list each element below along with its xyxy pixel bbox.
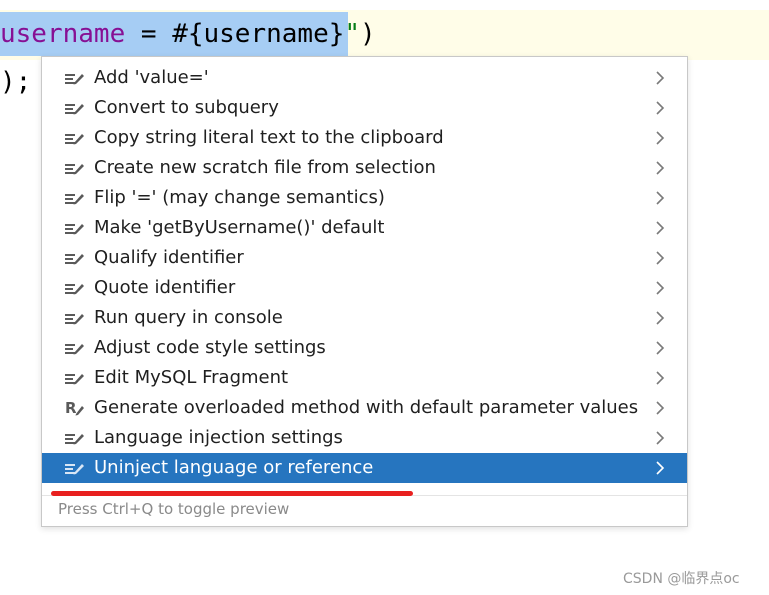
intention-bulb-icon <box>64 460 86 476</box>
intention-bulb-icon <box>64 160 86 176</box>
code-variable: username <box>0 19 126 49</box>
intention-bulb-icon <box>64 190 86 206</box>
menu-item-label: Convert to subquery <box>94 97 279 118</box>
menu-item-12[interactable]: Language injection settings <box>42 423 687 453</box>
menu-item-8[interactable]: Run query in console <box>42 303 687 333</box>
menu-item-7[interactable]: Quote identifier <box>42 273 687 303</box>
intention-bulb-icon <box>64 250 86 266</box>
code-quote: " <box>344 19 361 49</box>
menu-item-label: Run query in console <box>94 307 283 328</box>
intention-bulb-icon <box>64 130 86 146</box>
menu-item-label: Qualify identifier <box>94 247 244 268</box>
chevron-right-icon[interactable] <box>654 249 666 267</box>
menu-item-13[interactable]: Uninject language or reference <box>42 453 687 483</box>
chevron-right-icon[interactable] <box>654 429 666 447</box>
chevron-right-icon[interactable] <box>654 159 666 177</box>
chevron-right-icon[interactable] <box>654 219 666 237</box>
menu-item-label: Edit MySQL Fragment <box>94 367 289 388</box>
menu-item-2[interactable]: Copy string literal text to the clipboar… <box>42 123 687 153</box>
menu-item-0[interactable]: Add 'value=' <box>42 63 687 93</box>
menu-item-label: Quote identifier <box>94 277 236 298</box>
intention-bulb-icon <box>64 280 86 296</box>
chevron-right-icon[interactable] <box>654 279 666 297</box>
intention-bulb-icon <box>64 220 86 236</box>
editor-code-line-1[interactable]: username = #{username}") <box>0 18 376 50</box>
chevron-right-icon[interactable] <box>654 399 666 417</box>
intention-actions-list: Add 'value=' Convert to subquery Copy stri… <box>42 63 687 483</box>
menu-item-label: Language injection settings <box>94 427 343 448</box>
menu-item-label: Create new scratch file from selection <box>94 157 436 178</box>
chevron-right-icon[interactable] <box>654 189 666 207</box>
chevron-right-icon[interactable] <box>654 69 666 87</box>
menu-item-5[interactable]: Make 'getByUsername()' default <box>42 213 687 243</box>
kotlin-refactor-icon: R <box>64 399 86 417</box>
intention-bulb-icon <box>64 310 86 326</box>
menu-item-11[interactable]: R Generate overloaded method with default… <box>42 393 687 423</box>
menu-item-label: Copy string literal text to the clipboar… <box>94 127 444 148</box>
menu-item-label: Add 'value=' <box>94 67 209 88</box>
chevron-right-icon[interactable] <box>654 129 666 147</box>
menu-item-label: Uninject language or reference <box>94 457 374 478</box>
intention-bulb-icon <box>64 340 86 356</box>
intention-bulb-icon <box>64 100 86 116</box>
intention-bulb-icon <box>64 70 86 86</box>
menu-item-9[interactable]: Adjust code style settings <box>42 333 687 363</box>
menu-item-4[interactable]: Flip '=' (may change semantics) <box>42 183 687 213</box>
watermark: CSDN @临界点oc <box>623 571 740 587</box>
svg-text:R: R <box>65 400 77 416</box>
menu-item-label: Make 'getByUsername()' default <box>94 217 385 238</box>
red-annotation-underline <box>51 491 413 496</box>
intention-bulb-icon <box>64 370 86 386</box>
menu-item-3[interactable]: Create new scratch file from selection <box>42 153 687 183</box>
chevron-right-icon[interactable] <box>654 339 666 357</box>
code-expression: = #{username} <box>125 19 345 49</box>
chevron-right-icon[interactable] <box>654 309 666 327</box>
menu-item-label: Adjust code style settings <box>94 337 326 358</box>
chevron-right-icon[interactable] <box>654 459 666 477</box>
menu-item-6[interactable]: Qualify identifier <box>42 243 687 273</box>
intention-bulb-icon <box>64 430 86 446</box>
chevron-right-icon[interactable] <box>654 99 666 117</box>
editor-code-line-2[interactable]: ); <box>0 66 31 98</box>
menu-item-label: Generate overloaded method with default … <box>94 397 639 418</box>
menu-item-10[interactable]: Edit MySQL Fragment <box>42 363 687 393</box>
popup-footer-hint: Press Ctrl+Q to toggle preview <box>58 500 290 518</box>
code-paren: ) <box>360 19 376 49</box>
menu-item-1[interactable]: Convert to subquery <box>42 93 687 123</box>
chevron-right-icon[interactable] <box>654 369 666 387</box>
menu-item-label: Flip '=' (may change semantics) <box>94 187 385 208</box>
intention-actions-popup: Add 'value=' Convert to subquery Copy stri… <box>41 56 688 527</box>
